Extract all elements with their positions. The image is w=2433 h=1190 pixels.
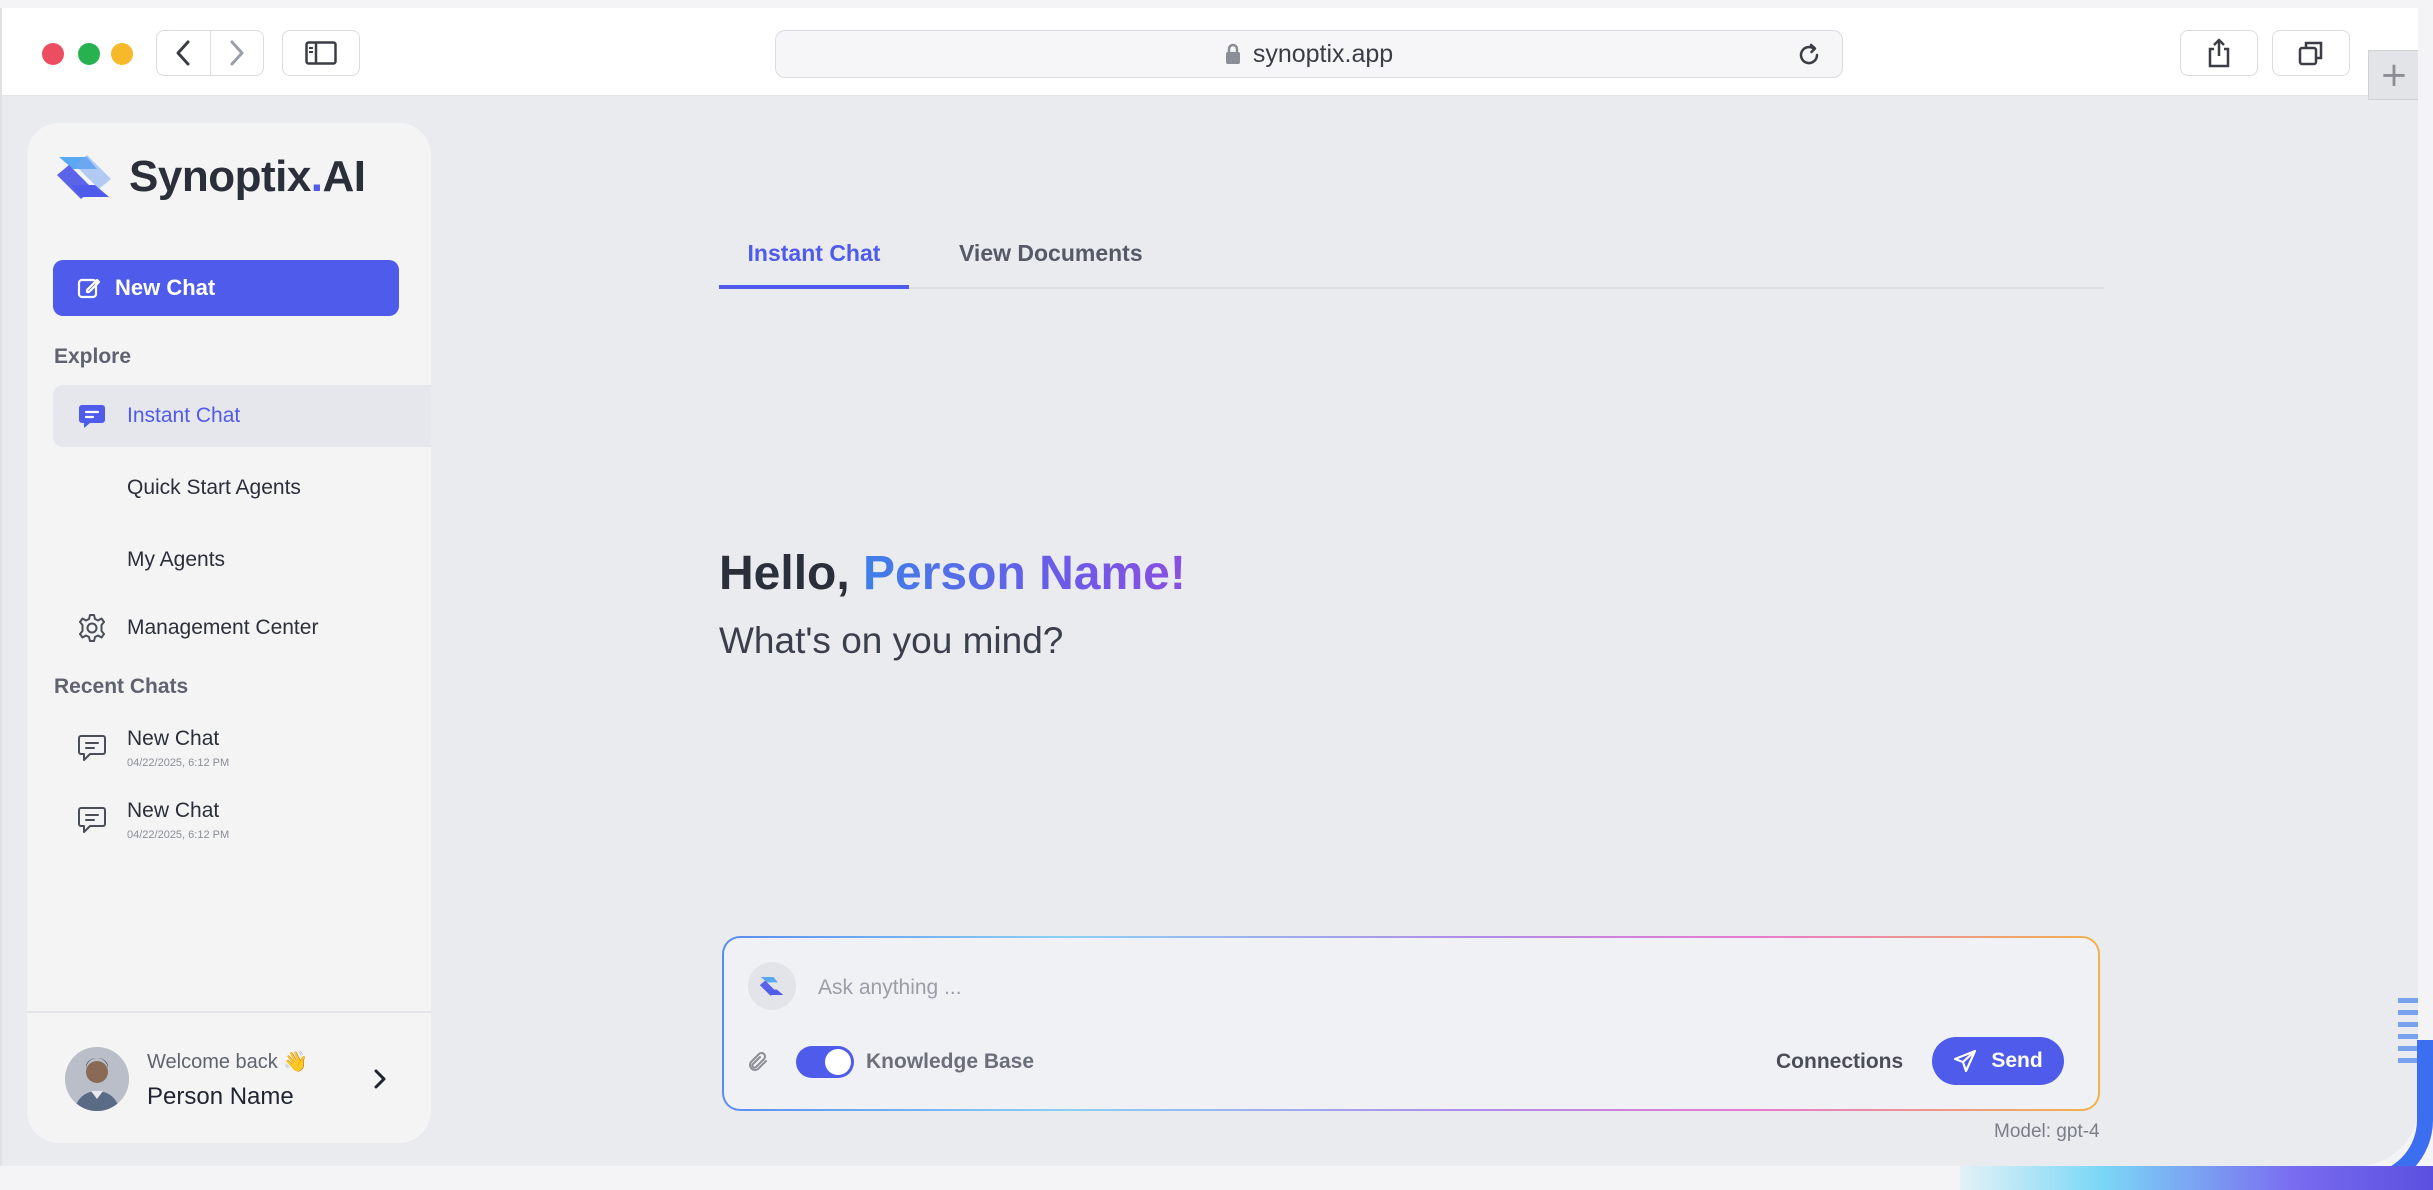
close-window-button[interactable] [42,43,64,65]
chat-icon [78,807,106,833]
chat-title: New Chat [127,799,220,822]
connections-button[interactable]: Connections [1776,1050,1903,1074]
new-tab-button[interactable]: + [2368,50,2418,100]
edit-icon [77,278,101,299]
share-icon [2208,38,2230,68]
chat-icon [78,735,106,761]
chat-title: New Chat [127,727,220,750]
knowledge-base-toggle[interactable] [796,1046,854,1078]
greeting-heading: Hello, Person Name! [719,547,1186,600]
plus-icon: + [2379,55,2409,95]
tab-overview-button[interactable] [2272,30,2350,76]
chevron-right-icon [230,40,244,66]
chat-bubble-icon [77,401,107,431]
reload-icon[interactable] [1796,42,1822,68]
sidebar-toggle-button[interactable] [282,30,360,76]
address-bar[interactable]: synoptix.app [775,30,1843,78]
chevron-right-icon [374,1069,386,1089]
sidebar-item-management-center[interactable]: Management Center [53,597,431,659]
model-label: Model: gpt-4 [1994,1121,2100,1142]
gear-icon [77,613,107,643]
logo-text: Synoptix.AI [129,152,366,201]
browser-window: synoptix.app + Synoptix.AI New Chat Expl… [0,8,2418,1166]
sidebar-item-label: My Agents [127,548,226,571]
sidebar: Synoptix.AI New Chat Explore Instant Cha… [27,123,431,1143]
tab-instant-chat[interactable]: Instant Chat [719,240,909,289]
chat-composer: Ask anything ... Knowledge Base Connecti… [722,936,2100,1111]
history-nav [156,30,264,76]
chat-date: 04/22/2025, 6:12 PM [127,829,230,841]
assistant-logo-icon [748,962,796,1010]
knowledge-base-label: Knowledge Base [866,1050,1035,1073]
tab-view-documents[interactable]: View Documents [959,240,1143,289]
recent-chat-item[interactable]: New Chat 04/22/2025, 6:12 PM [53,717,399,779]
forward-button[interactable] [209,31,264,75]
paperclip-icon[interactable] [746,1050,772,1076]
url-text: synoptix.app [1252,39,1394,68]
send-label: Send [1991,1049,2043,1072]
welcome-text: Welcome back 👋 [147,1051,309,1073]
sidebar-icon [305,41,337,65]
recent-chats-heading: Recent Chats [54,675,189,698]
greeting-subtitle: What's on you mind? [719,620,1064,661]
logo[interactable]: Synoptix.AI [53,151,366,203]
browser-toolbar: synoptix.app [2,8,2418,96]
message-input[interactable]: Ask anything ... [818,976,962,1000]
sidebar-item-label: Quick Start Agents [127,476,301,499]
decorative-gradient-bar [1960,1166,2433,1190]
maximize-window-button[interactable] [78,43,100,65]
user-profile-footer[interactable]: Welcome back 👋 Person Name [27,1011,431,1143]
main-tabs: Instant Chat View Documents [719,240,2104,289]
greeting-name: Person Name! [863,547,1186,600]
send-button[interactable]: Send [1932,1037,2064,1085]
sidebar-item-quick-start-agents[interactable]: Quick Start Agents [53,457,431,519]
chat-date: 04/22/2025, 6:12 PM [127,757,230,769]
sidebar-item-my-agents[interactable]: My Agents [53,529,431,591]
new-chat-button[interactable]: New Chat [53,260,399,316]
sidebar-item-instant-chat[interactable]: Instant Chat [53,385,431,447]
send-icon [1954,1049,1977,1073]
recent-chat-item[interactable]: New Chat 04/22/2025, 6:12 PM [53,789,399,851]
sidebar-item-label: Instant Chat [127,404,241,427]
synoptix-logo-icon [57,155,111,199]
back-button[interactable] [157,31,210,75]
share-button[interactable] [2180,30,2258,76]
new-chat-label: New Chat [115,275,216,300]
minimize-window-button[interactable] [111,43,133,65]
avatar [65,1047,129,1111]
explore-heading: Explore [54,345,132,368]
tabs-icon [2298,41,2323,66]
user-name: Person Name [147,1083,294,1110]
sidebar-item-label: Management Center [127,616,319,639]
chevron-left-icon [176,40,190,66]
lock-icon [1225,43,1240,64]
